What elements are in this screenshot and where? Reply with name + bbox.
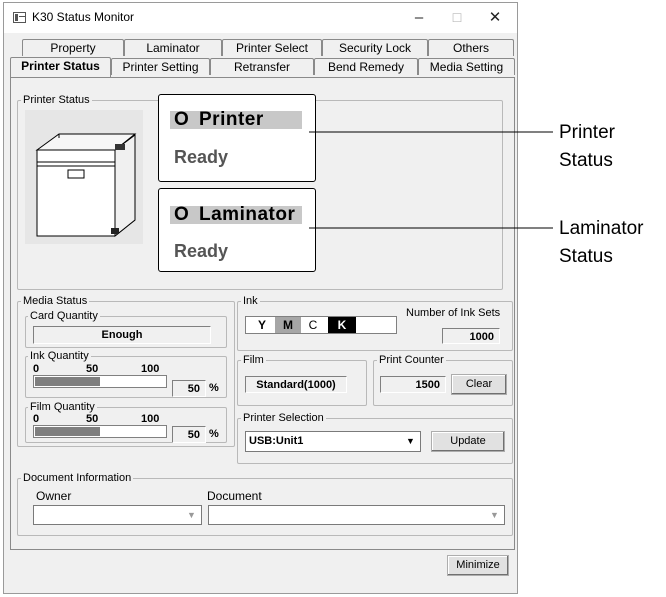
laminator-status-annotation-line1: Laminator [559,218,644,239]
tab-printer-status[interactable]: Printer Status [10,57,111,77]
annotation-lines [309,131,553,229]
printer-status-annotation-line1: Printer [559,122,615,143]
printer-status-annotation-line2: Status [559,150,613,171]
laminator-status-annotation-line2: Status [559,246,613,267]
